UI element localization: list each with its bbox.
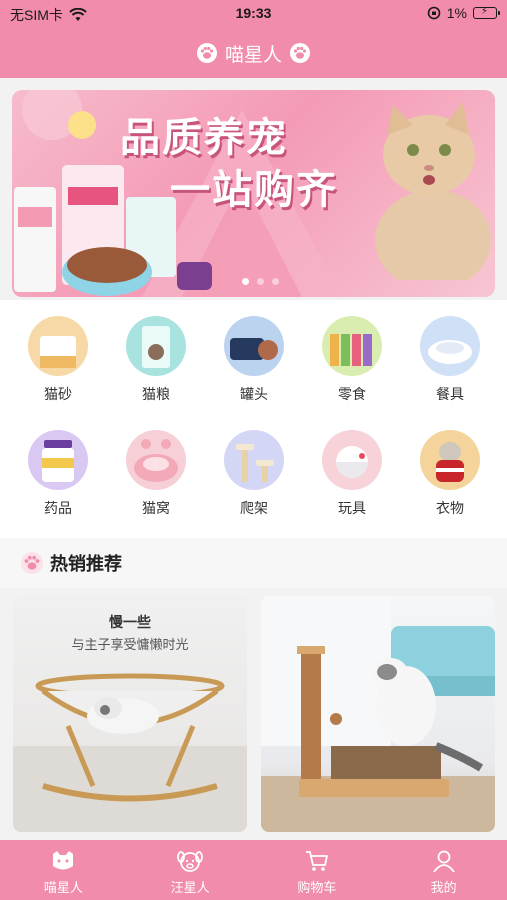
category-snacks[interactable]: 零食 [312,316,392,404]
category-label: 猫粮 [142,386,170,402]
paw-icon [290,43,310,63]
tab-dog[interactable]: 汪星人 [127,840,254,900]
orientation-lock-icon [427,6,441,20]
banner-line-1: 品质养宠 [120,116,288,160]
category-toy-ball[interactable]: 玩具 [312,430,392,518]
page-title: 喵星人 [224,44,282,66]
pagination-dot[interactable] [272,278,279,285]
toy-ball-icon [322,430,382,490]
category-label: 猫窝 [142,500,170,516]
paw-icon [21,552,43,574]
battery-icon: ⚡ [473,7,500,19]
category-cat-bed[interactable]: 猫窝 [116,430,196,518]
nav-bar: 喵星人 [0,28,507,78]
tab-label: 购物车 [297,880,337,895]
category-label: 零食 [338,386,366,402]
cat-face-icon [53,851,74,870]
tab-cart[interactable]: 购物车 [254,840,381,900]
category-label: 药品 [44,500,72,516]
promo-banner[interactable]: 品质养宠 一站购齐 [12,90,495,297]
pet-bowl-icon [420,316,480,376]
bottom-tab-bar: 喵星人 汪星人 购物车 我的 [0,840,507,900]
category-cat-food[interactable]: 猫粮 [116,316,196,404]
category-medicine[interactable]: 药品 [18,430,98,518]
status-bar: 无SIM卡 19:33 1% ⚡ [0,0,507,28]
tab-profile[interactable]: 我的 [380,840,507,900]
status-right: 1% ⚡ [427,5,500,21]
cat-food-icon [126,316,186,376]
category-cat-tree[interactable]: 爬架 [214,430,294,518]
battery-percent: 1% [446,5,467,21]
product-card[interactable]: 慢一些 与主子享受慵懒时光 [13,596,247,832]
category-label: 玩具 [338,500,366,516]
category-label: 餐具 [436,386,464,402]
pagination-dot[interactable] [257,278,264,285]
dog-face-icon [177,851,204,872]
cat-litter-icon [28,316,88,376]
banner-line-2: 一站购齐 [170,168,338,212]
cat-scratcher-image [261,596,495,832]
banner-headline: 品质养宠 一站购齐 [120,112,338,216]
hot-section-header: 热销推荐 [0,538,507,588]
category-pet-bowl[interactable]: 餐具 [410,316,490,404]
banner-pagination [242,278,279,285]
category-label: 猫砂 [44,386,72,402]
cat-bed-icon [126,430,186,490]
category-label: 衣物 [436,500,464,516]
rocking-cat-bed-image [13,673,247,832]
canned-food-icon [224,316,284,376]
tab-cat[interactable]: 喵星人 [0,840,127,900]
category-clothing[interactable]: 衣物 [410,430,490,518]
user-icon [432,850,455,873]
category-canned-food[interactable]: 罐头 [214,316,294,404]
category-grid: 猫砂 猫粮 罐头 零食 餐具 药品 猫窝 爬架 玩具 衣物 [0,300,507,538]
tab-label: 汪星人 [170,880,210,895]
snacks-icon [322,316,382,376]
tab-label: 我的 [430,880,457,895]
category-label: 爬架 [240,500,268,516]
product-card[interactable] [261,596,495,832]
paw-icon [196,43,217,63]
cart-icon [305,851,328,871]
category-label: 罐头 [240,386,268,402]
section-title: 热销推荐 [50,554,122,574]
clothing-icon [420,430,480,490]
tab-label: 喵星人 [43,880,83,895]
cat-photo [375,102,491,280]
cat-tree-icon [224,430,284,490]
medicine-icon [28,430,88,490]
category-cat-litter[interactable]: 猫砂 [18,316,98,404]
pagination-dot[interactable] [242,278,249,285]
